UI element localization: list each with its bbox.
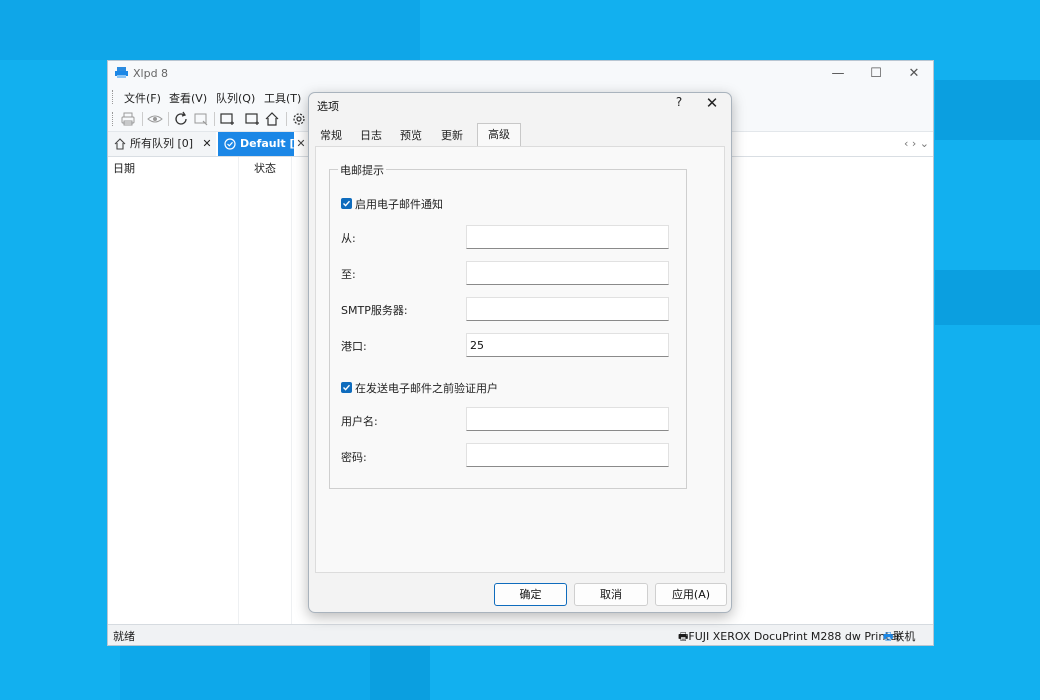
dialog-title: 选项: [317, 100, 339, 113]
password-label: 密码:: [341, 451, 367, 464]
tab-all-queues-label: 所有队列 [0]: [130, 137, 194, 150]
menu-view[interactable]: 查看(V): [169, 90, 207, 106]
tab-close-button[interactable]: ✕: [294, 132, 308, 156]
port-field[interactable]: [466, 333, 669, 357]
home-icon[interactable]: [263, 110, 281, 128]
enable-email-label[interactable]: 启用电子邮件通知: [355, 196, 443, 212]
options-dialog: 选项 ? ✕ 常规 日志 预览 更新 高级 电邮提示 启用电子邮件通知 从: 至…: [308, 92, 732, 613]
status-printer-name: FUJI XEROX DocuPrint M288 dw Printer: [688, 630, 901, 643]
tab-preview[interactable]: 预览: [395, 126, 427, 146]
username-field[interactable]: [466, 407, 669, 431]
desktop-tile: [120, 645, 370, 700]
to-field[interactable]: [466, 261, 669, 285]
gear-icon[interactable]: [290, 110, 308, 128]
menu-grip: [112, 90, 115, 104]
menu-tools[interactable]: 工具(T): [264, 90, 301, 106]
tab-nav-arrows[interactable]: ‹ › ⌄: [904, 132, 929, 156]
app-logo-icon: [115, 67, 128, 78]
eye-icon[interactable]: [146, 110, 164, 128]
status-online-label: 联机: [893, 630, 916, 643]
password-field[interactable]: [466, 443, 669, 467]
tab-update[interactable]: 更新: [436, 126, 468, 146]
toolbar-grip: [112, 112, 115, 126]
home-icon: [114, 138, 126, 150]
grid-divider: [291, 157, 292, 627]
app-title: Xlpd 8: [133, 67, 169, 80]
tab-advanced[interactable]: 高级: [477, 123, 521, 146]
advanced-page: 电邮提示 启用电子邮件通知 从: 至: SMTP服务器: 港口: 在发送电子邮件…: [315, 146, 725, 573]
desktop-tile: [935, 80, 1040, 140]
status-text: 就绪: [113, 630, 135, 643]
printer-icon[interactable]: [119, 110, 137, 128]
status-online: 🖶联机: [883, 628, 915, 647]
close-window-button[interactable]: ✕: [897, 64, 931, 84]
maximize-button[interactable]: ☐: [859, 64, 893, 84]
toolbar-separator: [168, 112, 169, 126]
desktop-tile: [370, 645, 430, 700]
smtp-label: SMTP服务器:: [341, 304, 408, 317]
from-label: 从:: [341, 232, 356, 245]
grid-divider: [238, 157, 239, 627]
cancel-button[interactable]: 取消: [574, 583, 648, 606]
tab-all-queues[interactable]: 所有队列 [0] ✕: [108, 132, 216, 156]
status-printer: 🖶FUJI XEROX DocuPrint M288 dw Printer: [678, 628, 901, 647]
menu-queue[interactable]: 队列(Q): [216, 90, 255, 106]
checkmark-icon: [343, 200, 351, 207]
menu-file[interactable]: 文件(F): [124, 90, 161, 106]
apply-button[interactable]: 应用(A): [655, 583, 727, 606]
smtp-server-field[interactable]: [466, 297, 669, 321]
desktop-tile: [0, 0, 420, 60]
check-circle-icon: [224, 138, 236, 150]
title-bar: Xlpd 8 — ☐ ✕: [108, 61, 933, 87]
enable-email-checkbox[interactable]: [341, 198, 352, 209]
tab-general[interactable]: 常规: [315, 126, 347, 146]
printer-icon: 🖶: [883, 630, 894, 643]
tab-default[interactable]: Default [0] ✕: [218, 132, 308, 156]
column-date[interactable]: 日期: [113, 160, 135, 176]
help-button[interactable]: ?: [671, 95, 687, 109]
desktop-tile: [935, 270, 1040, 325]
minimize-button[interactable]: —: [821, 64, 855, 84]
status-bar: 就绪 🖶FUJI XEROX DocuPrint M288 dw Printer…: [108, 624, 933, 645]
toolbar-separator: [142, 112, 143, 126]
to-label: 至:: [341, 268, 356, 281]
port-label: 港口:: [341, 340, 367, 353]
tab-close-button[interactable]: ✕: [200, 132, 214, 156]
add-window-icon[interactable]: [218, 110, 236, 128]
dialog-close-button[interactable]: ✕: [703, 94, 721, 112]
ok-button[interactable]: 确定: [494, 583, 567, 606]
add-queue-icon[interactable]: [243, 110, 261, 128]
email-group-title: 电邮提示: [338, 162, 386, 178]
checkmark-icon: [343, 384, 351, 391]
toolbar-separator: [214, 112, 215, 126]
auth-checkbox[interactable]: [341, 382, 352, 393]
tab-log[interactable]: 日志: [355, 126, 387, 146]
printer-icon: 🖶: [678, 630, 689, 643]
email-group: 电邮提示 启用电子邮件通知 从: 至: SMTP服务器: 港口: 在发送电子邮件…: [329, 162, 687, 489]
auth-label[interactable]: 在发送电子邮件之前验证用户: [355, 380, 498, 396]
username-label: 用户名:: [341, 415, 378, 428]
refresh-icon[interactable]: [172, 110, 190, 128]
window-select-icon[interactable]: [192, 110, 210, 128]
column-status[interactable]: 状态: [254, 160, 276, 176]
from-field[interactable]: [466, 225, 669, 249]
toolbar-separator: [286, 112, 287, 126]
